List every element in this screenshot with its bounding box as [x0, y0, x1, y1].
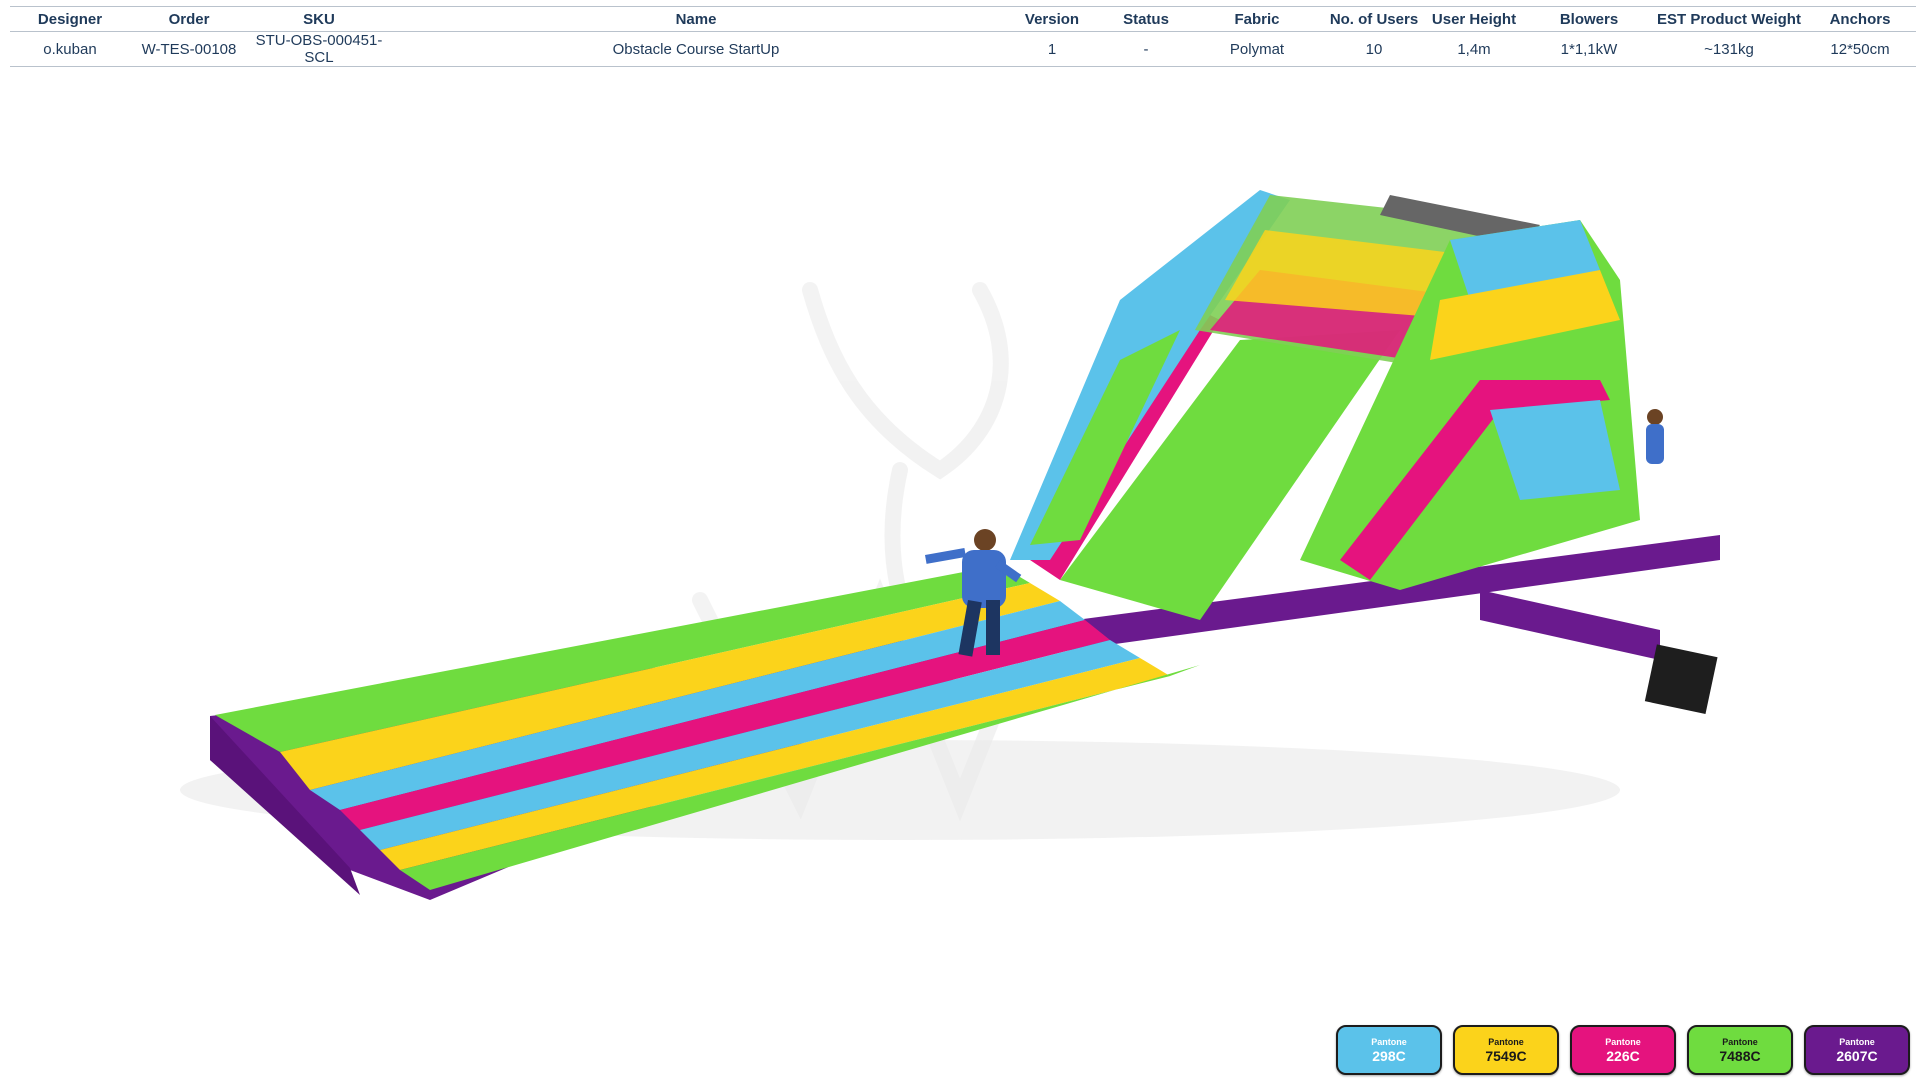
swatch-label: Pantone	[1839, 1036, 1875, 1047]
swatch-7549c: Pantone 7549C	[1453, 1025, 1559, 1075]
swatch-label: Pantone	[1722, 1036, 1758, 1047]
header-version: Version	[1002, 6, 1102, 32]
header-blowers: Blowers	[1524, 6, 1654, 32]
swatch-code: 298C	[1372, 1047, 1406, 1064]
product-render	[180, 190, 1720, 900]
swatch-code: 7488C	[1719, 1047, 1761, 1064]
spec-header-row: Designer Order SKU Name Version Status F…	[10, 6, 1916, 32]
header-order: Order	[130, 6, 248, 32]
swatch-298c: Pantone 298C	[1336, 1025, 1442, 1075]
swatch-label: Pantone	[1371, 1036, 1407, 1047]
swatch-7488c: Pantone 7488C	[1687, 1025, 1793, 1075]
swatch-code: 226C	[1606, 1047, 1640, 1064]
blower-unit	[1644, 644, 1718, 715]
swatch-226c: Pantone 226C	[1570, 1025, 1676, 1075]
swatch-2607c: Pantone 2607C	[1804, 1025, 1910, 1075]
swatch-code: 7549C	[1485, 1047, 1527, 1064]
color-palette: Pantone 298C Pantone 7549C Pantone 226C …	[1336, 1025, 1910, 1075]
header-anchors: Anchors	[1804, 6, 1916, 32]
header-name: Name	[390, 6, 1002, 32]
swatch-code: 2607C	[1836, 1047, 1878, 1064]
header-fabric: Fabric	[1190, 6, 1324, 32]
swatch-label: Pantone	[1605, 1036, 1641, 1047]
header-users: No. of Users	[1324, 6, 1424, 32]
header-user-height: User Height	[1424, 6, 1524, 32]
swatch-label: Pantone	[1488, 1036, 1524, 1047]
header-weight: EST Product Weight	[1654, 6, 1804, 32]
header-designer: Designer	[10, 6, 130, 32]
blower-tube	[1480, 590, 1660, 660]
header-sku: SKU	[248, 6, 390, 32]
header-status: Status	[1102, 6, 1190, 32]
spec-table: Designer Order SKU Name Version Status F…	[10, 6, 1916, 67]
child-figure-slide	[1646, 409, 1664, 464]
